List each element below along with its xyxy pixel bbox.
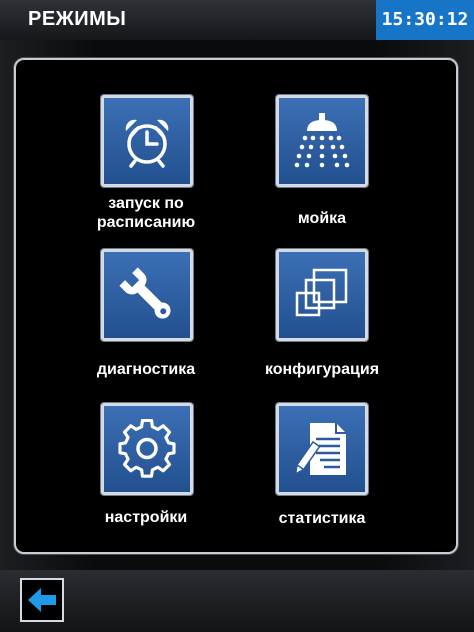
modes-panel	[14, 58, 458, 554]
statistics-button[interactable]	[276, 403, 368, 495]
settings-button[interactable]	[101, 403, 193, 495]
stacked-windows-icon	[295, 268, 348, 317]
title-bar: РЕЖИМЫ 15:30:12	[0, 0, 474, 40]
wash-label[interactable]: мойка	[232, 209, 412, 228]
settings-label[interactable]: настройки	[56, 508, 236, 527]
wash-button[interactable]	[276, 95, 368, 187]
back-arrow-icon	[28, 588, 56, 612]
document-pencil-icon	[294, 423, 346, 476]
alarm-clock-icon	[125, 119, 169, 168]
configuration-label[interactable]: конфигурация	[232, 360, 412, 379]
schedule-label[interactable]: запуск по расписанию	[56, 194, 236, 232]
back-button[interactable]	[20, 578, 64, 622]
gear-icon	[118, 419, 176, 478]
diagnostics-button[interactable]	[101, 249, 193, 341]
schedule-button[interactable]	[101, 95, 193, 187]
bottom-bar	[0, 570, 474, 632]
page-title: РЕЖИМЫ	[28, 8, 127, 30]
diagnostics-label[interactable]: диагностика	[56, 360, 236, 379]
clock-display: 15:30:12	[376, 0, 474, 40]
wrench-icon	[119, 267, 171, 319]
statistics-label[interactable]: статистика	[232, 509, 412, 528]
configuration-button[interactable]	[276, 249, 368, 341]
shower-head-icon	[294, 113, 350, 168]
